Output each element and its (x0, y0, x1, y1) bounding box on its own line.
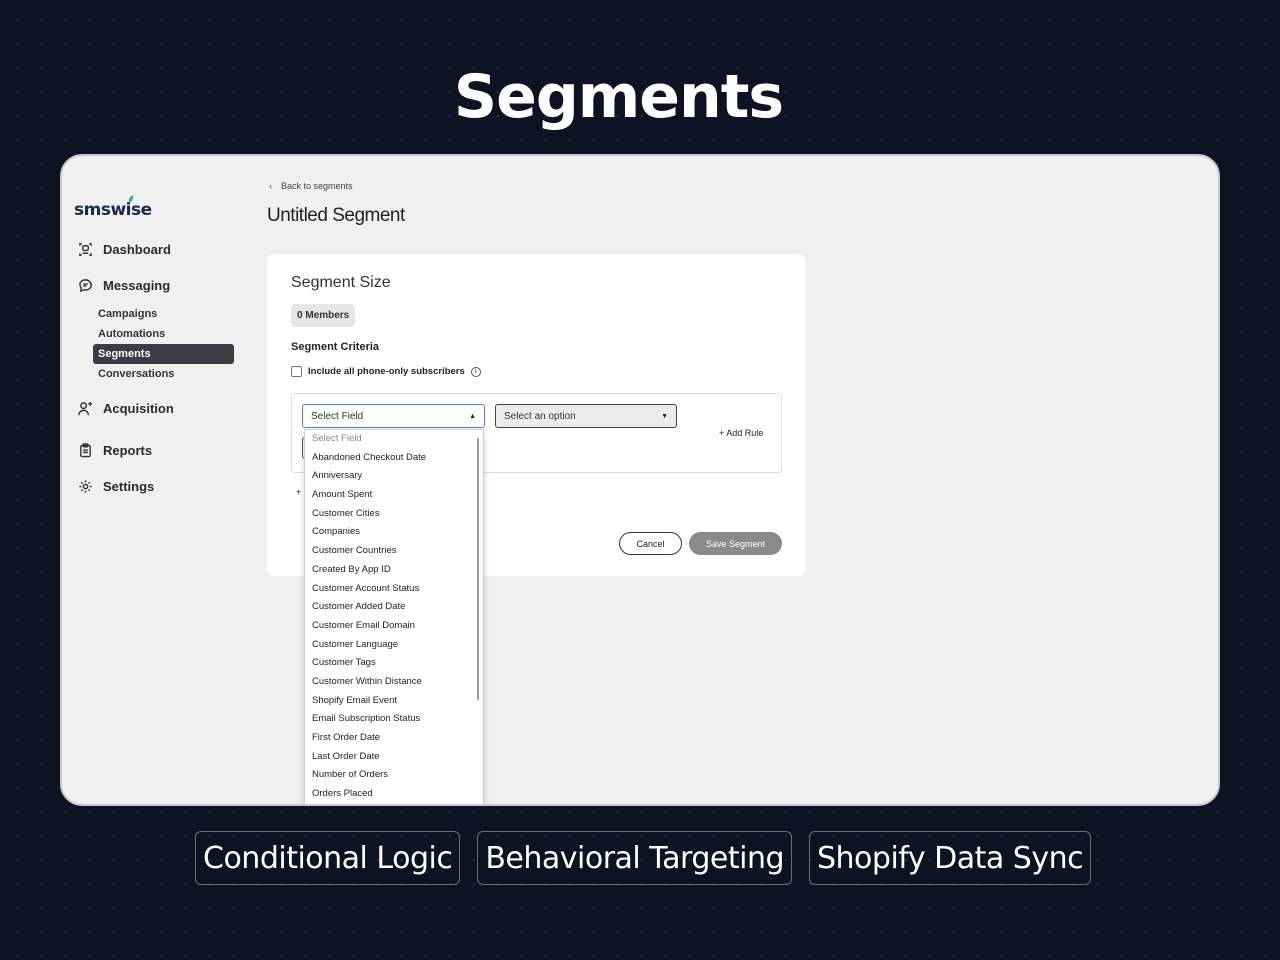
sidebar-item-dashboard[interactable]: Dashboard (78, 242, 171, 257)
members-badge: 0 Members (291, 304, 356, 327)
field-options-list: Select Field Abandoned Checkout Date Ann… (304, 429, 484, 804)
back-link-label: Back to segments (281, 181, 353, 191)
list-item[interactable]: Amount Spent (305, 486, 483, 505)
list-item[interactable]: Anniversary (305, 467, 483, 486)
sidebar-item-label: Acquisition (103, 401, 174, 416)
feature-pills: Conditional Logic Behavioral Targeting S… (195, 831, 1092, 885)
chevron-left-icon: ‹ (269, 181, 272, 191)
page-title: Untitled Segment (267, 205, 405, 226)
sidebar-item-label: Reports (103, 443, 153, 458)
select-option-dropdown[interactable]: Select an option ▼ (495, 404, 677, 428)
list-item[interactable]: Number of Orders (305, 766, 483, 785)
feature-pill-conditional-logic: Conditional Logic (195, 831, 461, 885)
list-item[interactable]: Companies (305, 523, 483, 542)
sidebar-subitem-segments[interactable]: Segments (93, 344, 234, 364)
list-item[interactable]: Orders Placed (305, 785, 483, 804)
save-segment-button[interactable]: Save Segment (689, 532, 782, 555)
sidebar-item-messaging[interactable]: Messaging (78, 278, 170, 293)
caret-down-icon: ▼ (661, 412, 668, 420)
smswise-logo: smswise (74, 200, 152, 220)
list-item[interactable]: Customer Countries (305, 542, 483, 561)
sidebar-item-label: Dashboard (103, 242, 171, 257)
feature-pill-behavioral-targeting: Behavioral Targeting (477, 831, 792, 885)
dropdown-scrollbar[interactable] (477, 438, 479, 700)
cancel-button[interactable]: Cancel (619, 532, 682, 555)
sidebar-subitem-automations[interactable]: Automations (98, 328, 165, 340)
list-item[interactable]: Customer Cities (305, 505, 483, 524)
list-item[interactable]: Customer Language (305, 636, 483, 655)
hero-title: Segments (453, 62, 784, 132)
list-item[interactable]: Customer Account Status (305, 580, 483, 599)
add-user-icon (78, 401, 93, 416)
list-item[interactable]: Customer Added Date (305, 598, 483, 617)
add-rule-button[interactable]: + Add Rule (719, 428, 763, 438)
select-option-placeholder: Select an option (504, 410, 576, 422)
list-item[interactable]: Last Order Date (305, 748, 483, 767)
sidebar-item-label: Messaging (103, 278, 171, 293)
sidebar-item-settings[interactable]: Settings (78, 479, 154, 494)
phone-only-checkbox[interactable] (291, 366, 302, 377)
segment-criteria-label: Segment Criteria (291, 341, 380, 353)
sidebar-subitem-conversations[interactable]: Conversations (98, 368, 174, 380)
select-field-value: Select Field (311, 410, 364, 422)
list-item[interactable]: Customer Tags (305, 654, 483, 673)
segment-size-title: Segment Size (291, 274, 391, 291)
list-item[interactable]: Customer Within Distance (305, 673, 483, 692)
list-item[interactable]: First Order Date (305, 729, 483, 748)
phone-only-option: Include all phone-only subscribers i (291, 366, 481, 377)
list-item[interactable]: Customer Email Domain (305, 617, 483, 636)
list-item[interactable]: Shopify Email Event (305, 692, 483, 711)
select-field-dropdown[interactable]: Select Field ▲ (302, 404, 485, 428)
caret-up-icon: ▲ (469, 412, 476, 420)
list-item[interactable]: Abandoned Checkout Date (305, 449, 483, 468)
dashboard-icon (79, 243, 92, 256)
add-group-button[interactable]: + (296, 487, 301, 497)
feature-pill-shopify-data-sync: Shopify Data Sync (809, 831, 1092, 885)
list-item[interactable]: Select Field (305, 430, 483, 449)
list-item[interactable]: Email Subscription Status (305, 710, 483, 729)
sidebar-item-label: Settings (103, 479, 155, 494)
back-to-segments-link[interactable]: ‹ Back to segments (269, 181, 353, 191)
chat-bubble-icon (79, 279, 92, 293)
info-icon[interactable]: i (470, 366, 481, 377)
sidebar-item-acquisition[interactable]: Acquisition (78, 401, 174, 416)
list-item[interactable]: Created By App ID (305, 561, 483, 580)
sidebar-item-reports[interactable]: Reports (78, 443, 152, 458)
phone-only-label: Include all phone-only subscribers (308, 366, 465, 377)
gear-icon (79, 480, 92, 493)
clipboard-icon (80, 443, 91, 458)
sidebar-subitem-campaigns[interactable]: Campaigns (98, 308, 157, 320)
app-screenshot-frame: smswise Dashboard Messaging Campaigns Au… (60, 154, 1220, 806)
